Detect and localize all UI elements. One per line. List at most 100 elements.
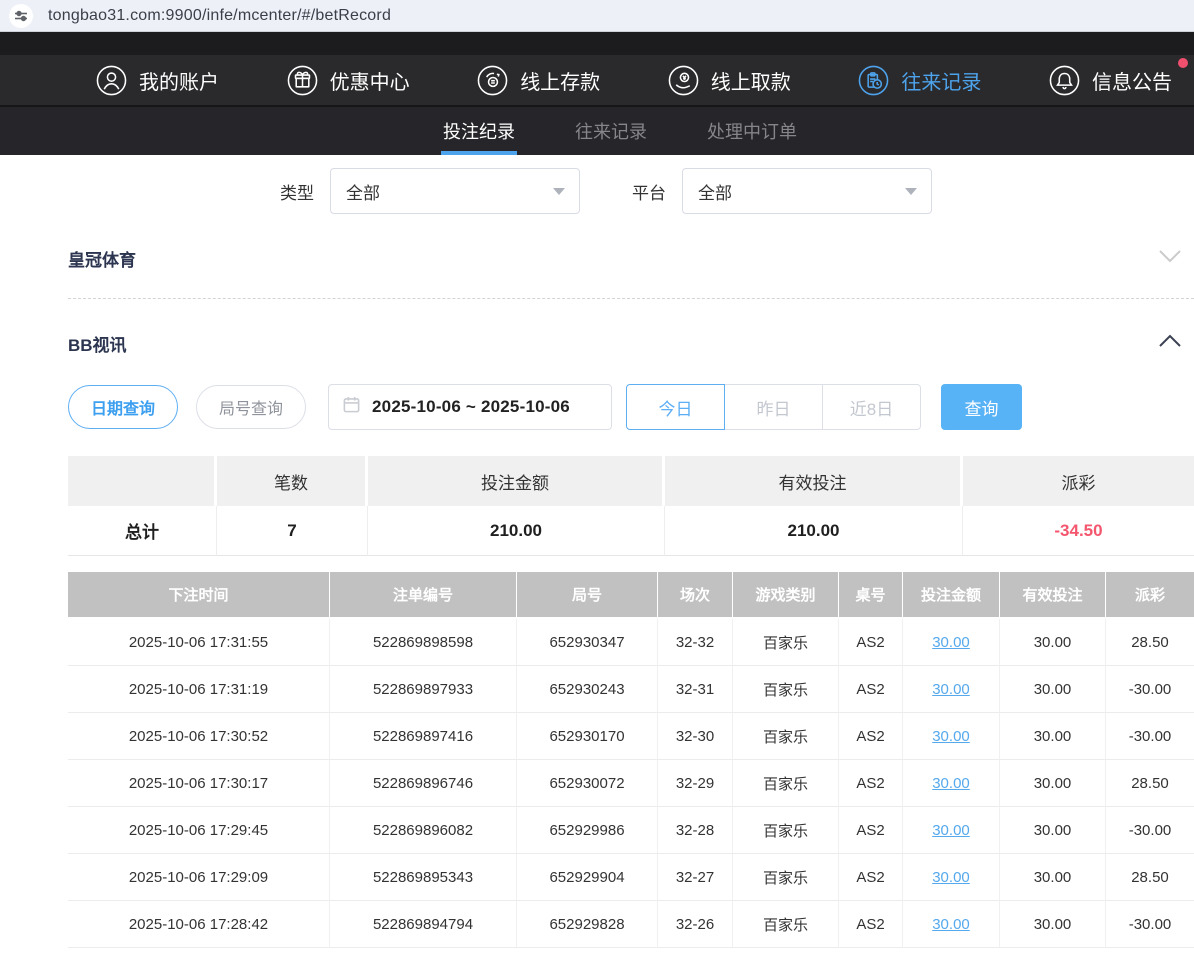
- type-select[interactable]: 全部: [330, 168, 580, 214]
- section-crown-sports[interactable]: 皇冠体育: [68, 246, 1194, 271]
- table-no-cell: AS2: [839, 807, 903, 854]
- section-title-bb: BB视讯: [68, 331, 127, 356]
- url-text[interactable]: tongbao31.com:9900/infe/mcenter/#/betRec…: [48, 7, 391, 25]
- table-no-cell: AS2: [839, 901, 903, 948]
- chevron-down-icon: [553, 188, 565, 195]
- notification-badge-dot: [1178, 58, 1188, 68]
- site-settings-icon[interactable]: [9, 4, 33, 28]
- game-type-cell: 百家乐: [733, 901, 839, 948]
- bet-amount-link[interactable]: 30.00: [932, 822, 970, 839]
- round-no-cell: 652929986: [517, 807, 658, 854]
- today-button[interactable]: 今日: [626, 384, 725, 430]
- nav-item-my-account[interactable]: 我的账户: [96, 65, 219, 96]
- nav-item-records[interactable]: 往来记录: [858, 65, 981, 96]
- nav-label: 信息公告: [1092, 66, 1172, 95]
- bet-amount-link[interactable]: 30.00: [932, 869, 970, 886]
- query-bar: 日期查询 局号查询 2025-10-06 ~ 2025-10-06 今日 昨日 …: [68, 384, 1194, 430]
- col-header-bet-time: 下注时间: [68, 572, 330, 617]
- bet-table-header-row: 下注时间注单编号局号场次游戏类别桌号投注金额有效投注派彩: [68, 572, 1194, 617]
- valid-bet-cell: 30.00: [1000, 854, 1106, 901]
- col-header-bet-amount: 投注金额: [903, 572, 1000, 617]
- bet-amount-cell: 30.00: [903, 807, 1000, 854]
- section-bb-video[interactable]: BB视讯: [68, 331, 1194, 356]
- records-icon: [858, 65, 889, 96]
- platform-filter-group: 平台 全部: [632, 168, 932, 214]
- payout-cell: -30.00: [1106, 713, 1194, 760]
- yesterday-button[interactable]: 昨日: [724, 384, 823, 430]
- quick-date-group: 今日 昨日 近8日: [626, 384, 921, 430]
- user-icon: [96, 65, 127, 96]
- tab-transaction-record[interactable]: 往来记录: [573, 107, 649, 155]
- bet-amount-link[interactable]: 30.00: [932, 681, 970, 698]
- valid-bet-cell: 30.00: [1000, 666, 1106, 713]
- col-header-payout: 派彩: [1106, 572, 1194, 617]
- game-type-cell: 百家乐: [733, 619, 839, 666]
- tab-bet-record[interactable]: 投注纪录: [441, 107, 517, 155]
- bet-amount-cell: 30.00: [903, 713, 1000, 760]
- payout-cell: 28.50: [1106, 760, 1194, 807]
- date-range-value: 2025-10-06 ~ 2025-10-06: [372, 397, 570, 417]
- date-range-picker[interactable]: 2025-10-06 ~ 2025-10-06: [328, 384, 612, 430]
- nav-label: 线上存款: [520, 66, 600, 95]
- bet-records-table: 下注时间注单编号局号场次游戏类别桌号投注金额有效投注派彩 2025-10-06 …: [68, 572, 1194, 948]
- nav-item-announcements[interactable]: 信息公告: [1049, 65, 1172, 96]
- platform-select[interactable]: 全部: [682, 168, 932, 214]
- bet-amount-cell: 30.00: [903, 901, 1000, 948]
- tab-processing-orders[interactable]: 处理中订单: [705, 107, 799, 155]
- chevron-up-icon[interactable]: [1158, 334, 1182, 354]
- record-tab-bar: 投注纪录 往来记录 处理中订单: [0, 105, 1194, 155]
- bet-time-cell: 2025-10-06 17:28:42: [68, 901, 330, 948]
- bet-amount-cell: 30.00: [903, 666, 1000, 713]
- bet-amount-link[interactable]: 30.00: [932, 775, 970, 792]
- bet-amount-cell: 30.00: [903, 619, 1000, 666]
- session-cell: 32-28: [658, 807, 733, 854]
- bet-time-cell: 2025-10-06 17:29:45: [68, 807, 330, 854]
- valid-bet-cell: 30.00: [1000, 807, 1106, 854]
- bet-amount-cell: 30.00: [903, 854, 1000, 901]
- round-no-cell: 652929904: [517, 854, 658, 901]
- nav-item-deposit[interactable]: 线上存款: [477, 65, 600, 96]
- bet-amount-cell: 30.00: [903, 760, 1000, 807]
- withdraw-icon: [668, 65, 699, 96]
- table-no-cell: AS2: [839, 666, 903, 713]
- bet-amount-link[interactable]: 30.00: [932, 916, 970, 933]
- deposit-icon: [477, 65, 508, 96]
- search-button[interactable]: 查询: [941, 384, 1022, 430]
- payout-cell: -30.00: [1106, 807, 1194, 854]
- col-header-table-no: 桌号: [839, 572, 903, 617]
- bet-table-body: 2025-10-06 17:31:55522869898598652930347…: [68, 619, 1194, 948]
- bet-id-cell: 522869897933: [330, 666, 517, 713]
- date-query-button[interactable]: 日期查询: [68, 385, 178, 429]
- round-query-button[interactable]: 局号查询: [196, 385, 306, 429]
- session-cell: 32-29: [658, 760, 733, 807]
- col-header-session: 场次: [658, 572, 733, 617]
- summary-header-blank: [68, 456, 217, 506]
- bet-amount-link[interactable]: 30.00: [932, 728, 970, 745]
- payout-cell: 28.50: [1106, 854, 1194, 901]
- nav-item-withdraw[interactable]: 线上取款: [668, 65, 791, 96]
- browser-address-bar: tongbao31.com:9900/infe/mcenter/#/betRec…: [0, 0, 1194, 32]
- bet-amount-link[interactable]: 30.00: [932, 634, 970, 651]
- col-header-game-type: 游戏类别: [733, 572, 839, 617]
- chevron-down-icon[interactable]: [1158, 249, 1182, 269]
- bet-id-cell: 522869898598: [330, 619, 517, 666]
- session-cell: 32-27: [658, 854, 733, 901]
- bet-time-cell: 2025-10-06 17:30:17: [68, 760, 330, 807]
- game-type-cell: 百家乐: [733, 807, 839, 854]
- summary-table: 笔数 投注金额 有效投注 派彩 总计 7 210.00 210.00 -34.5…: [68, 456, 1194, 556]
- game-type-cell: 百家乐: [733, 666, 839, 713]
- platform-select-value: 全部: [698, 179, 732, 204]
- nav-label: 优惠中心: [330, 66, 410, 95]
- last-8-days-button[interactable]: 近8日: [822, 384, 921, 430]
- valid-bet-cell: 30.00: [1000, 619, 1106, 666]
- col-header-bet-id: 注单编号: [330, 572, 517, 617]
- session-cell: 32-30: [658, 713, 733, 760]
- summary-total-row: 总计 7 210.00 210.00 -34.50: [68, 506, 1194, 556]
- payout-cell: -30.00: [1106, 901, 1194, 948]
- summary-header-payout: 派彩: [963, 456, 1194, 506]
- nav-item-promotions[interactable]: 优惠中心: [287, 65, 410, 96]
- page-content: 类型 全部 平台 全部 皇冠体育 BB视讯 日期查询: [0, 168, 1194, 948]
- bet-id-cell: 522869897416: [330, 713, 517, 760]
- table-row: 2025-10-06 17:28:42522869894794652929828…: [68, 901, 1194, 948]
- nav-label: 线上取款: [711, 66, 791, 95]
